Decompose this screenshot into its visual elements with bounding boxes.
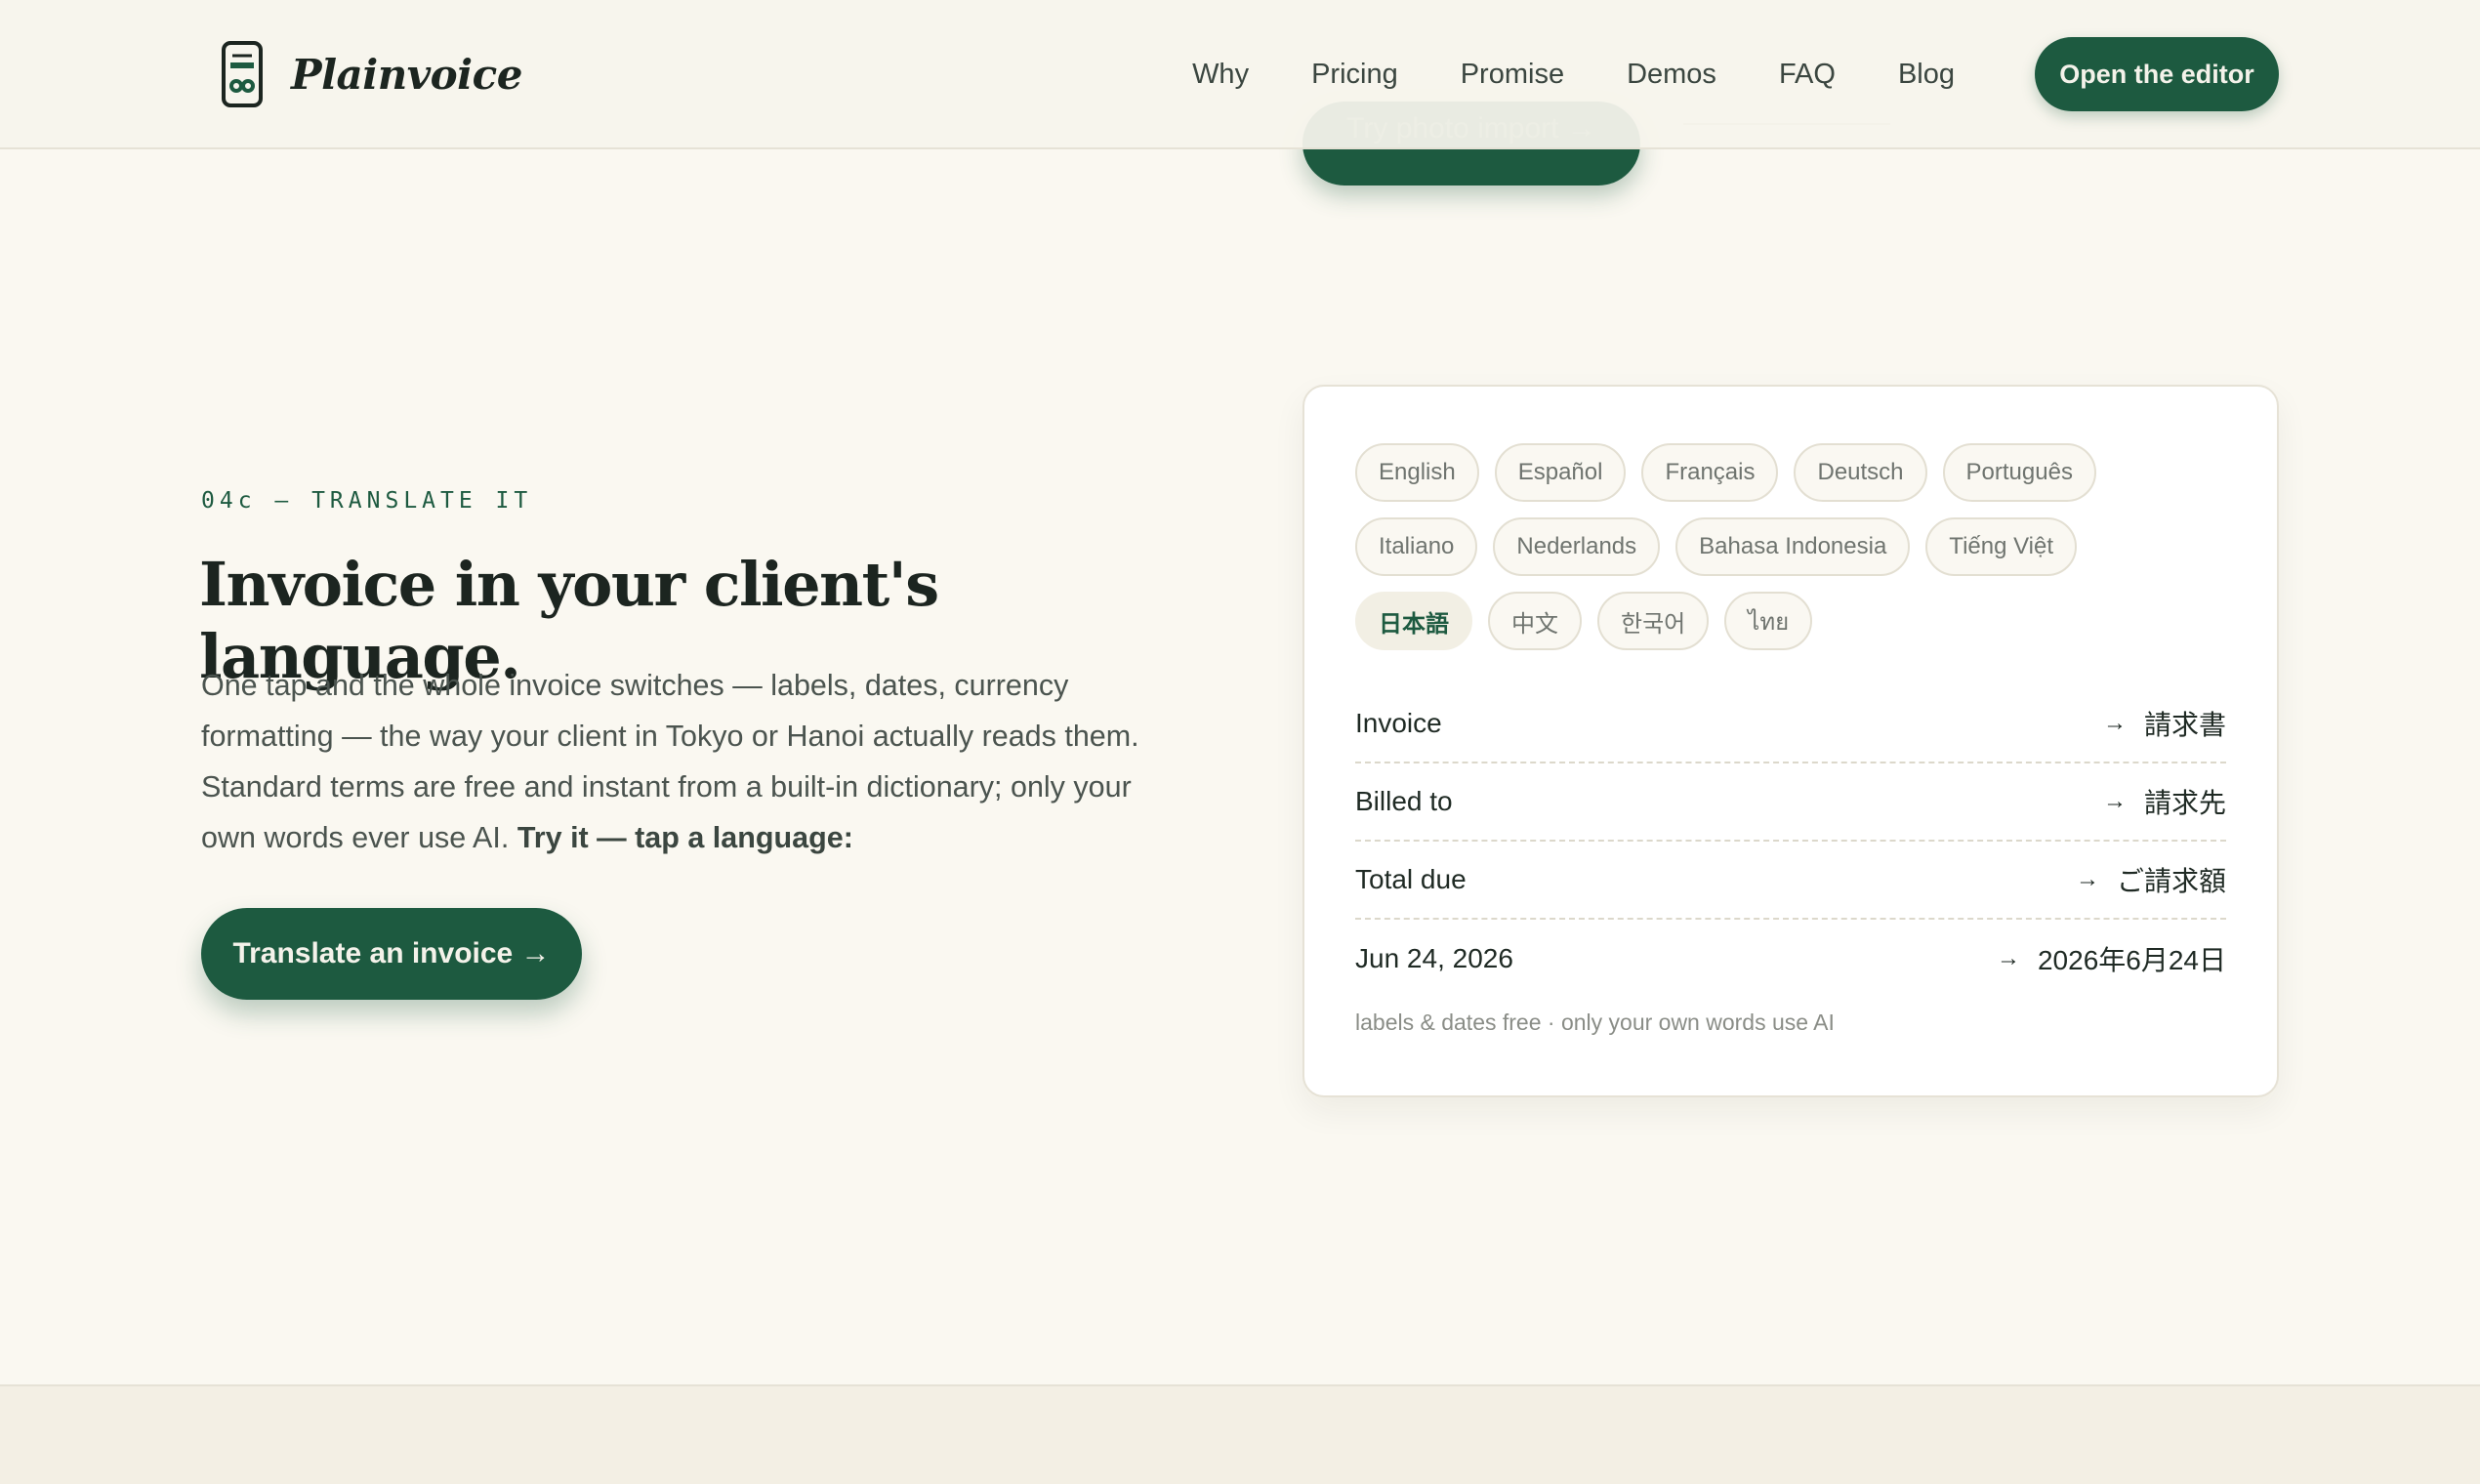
nav-why[interactable]: Why — [1192, 59, 1249, 91]
language-chip[interactable]: 中文 — [1488, 592, 1582, 650]
row-value: → ご請求額 — [2076, 860, 2226, 899]
row-value: → 請求先 — [2103, 782, 2226, 821]
arrow-right-icon: → — [2102, 788, 2127, 814]
nav-faq[interactable]: FAQ — [1779, 59, 1836, 91]
nav-promise[interactable]: Promise — [1461, 59, 1564, 91]
language-chip[interactable]: Français — [1641, 443, 1779, 502]
arrow-right-icon: → — [2102, 710, 2127, 736]
next-section-band — [0, 1384, 2480, 1484]
card-footnote: labels & dates free · only your own word… — [1355, 1010, 1835, 1035]
row-label: Total due — [1355, 864, 1467, 894]
translation-row: Invoice → 請求書 — [1355, 685, 2226, 763]
language-chip[interactable]: Español — [1494, 443, 1627, 502]
arrow-right-icon: → — [1996, 945, 2020, 971]
row-label: Invoice — [1355, 708, 1442, 738]
section-eyebrow: 04c — TRANSLATE IT — [201, 488, 533, 514]
nav-demos[interactable]: Demos — [1627, 59, 1716, 91]
language-chips: English Español Français Deutsch Portugu… — [1355, 443, 2253, 666]
row-value: → 2026年6月24日 — [1997, 939, 2226, 978]
language-chip[interactable]: Bahasa Indonesia — [1675, 517, 1911, 576]
language-chip[interactable]: Português — [1942, 443, 2096, 502]
nav-blog[interactable]: Blog — [1898, 59, 1955, 91]
row-translation: 請求書 — [2143, 710, 2226, 740]
row-translation: 請求先 — [2143, 788, 2226, 818]
phone-invoice-icon — [222, 41, 263, 107]
language-chip[interactable]: 한국어 — [1597, 592, 1710, 650]
translate-demo-card: English Español Français Deutsch Portugu… — [1302, 385, 2279, 1097]
row-translation: ご請求額 — [2116, 866, 2226, 896]
language-chip[interactable]: ไทย — [1724, 592, 1813, 650]
brand-name: Plainvoice — [291, 50, 522, 99]
language-chip[interactable]: Tiếng Việt — [1925, 517, 2078, 576]
translation-rows: Invoice → 請求書 Billed to → 請求先 Total due … — [1355, 685, 2226, 998]
open-editor-button[interactable]: Open the editor — [2035, 37, 2279, 111]
row-label: Billed to — [1355, 786, 1453, 816]
brand-logo[interactable]: Plainvoice — [221, 39, 522, 109]
translation-row: Total due → ご請求額 — [1355, 842, 2226, 920]
language-chip[interactable]: Italiano — [1355, 517, 1478, 576]
arrow-right-icon: → — [2075, 866, 2099, 892]
translation-row: Billed to → 請求先 — [1355, 763, 2226, 842]
section-body: One tap and the whole invoice switches —… — [201, 660, 1178, 863]
row-value: → 請求書 — [2103, 704, 2226, 743]
main-nav: Why Pricing Promise Demos FAQ Blog — [1192, 0, 1955, 149]
language-chip-active[interactable]: 日本語 — [1355, 592, 1472, 650]
row-translation: 2026年6月24日 — [2037, 945, 2226, 975]
translate-invoice-button[interactable]: Translate an invoice → — [201, 908, 582, 1000]
language-chip[interactable]: English — [1355, 443, 1479, 502]
language-chip[interactable]: Deutsch — [1794, 443, 1927, 502]
nav-pricing[interactable]: Pricing — [1311, 59, 1398, 91]
section-body-bold: Try it — tap a language: — [517, 821, 853, 854]
language-chip[interactable]: Nederlands — [1493, 517, 1661, 576]
site-header: Plainvoice Why Pricing Promise Demos FAQ… — [0, 0, 2480, 149]
language-row: English Español Français Deutsch Portugu… — [1355, 443, 2253, 502]
language-row: Italiano Nederlands Bahasa Indonesia Tiế… — [1355, 517, 2253, 576]
translation-row: Jun 24, 2026 → 2026年6月24日 — [1355, 920, 2226, 998]
language-row: 日本語 中文 한국어 ไทย — [1355, 592, 2253, 650]
row-label: Jun 24, 2026 — [1355, 943, 1513, 973]
